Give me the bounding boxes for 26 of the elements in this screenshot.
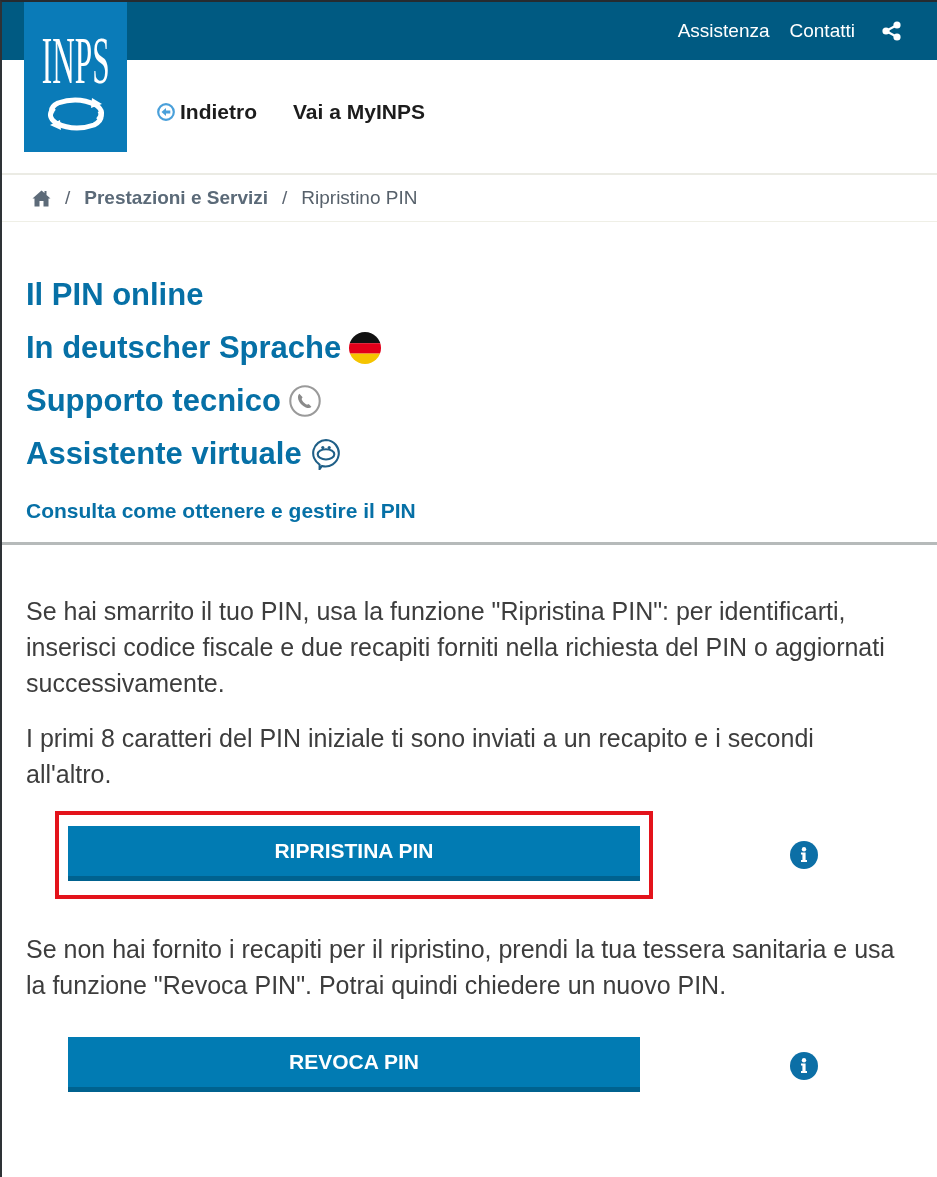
action-button[interactable]: RIPRISTINA PIN bbox=[68, 826, 640, 881]
home-icon[interactable] bbox=[32, 189, 51, 207]
info-icon[interactable] bbox=[790, 841, 818, 869]
action-button[interactable]: REVOCA PIN bbox=[68, 1037, 640, 1092]
share-icon[interactable] bbox=[882, 21, 901, 41]
paragraph: Se hai smarrito il tuo PIN, usa la funzione "Ripristina PIN": per identificarti, inserisci codice fiscale e due recapiti forniti nella richiesta del PIN o aggiornati successivamente. bbox=[26, 596, 886, 699]
nav-link[interactable]: Vai a MyINPS bbox=[293, 100, 425, 124]
paragraph: Se non hai fornito i recapiti per il ripristino, prendi la tua tessera sanitaria e usa la funzione "Revoca PIN". Potrai quindi chiedere un nuovo PIN. bbox=[26, 934, 896, 1001]
logo[interactable]: INPS bbox=[24, 2, 127, 152]
breadcrumb-separator: / bbox=[282, 187, 288, 209]
breadcrumb-link[interactable]: Prestazioni e Servizi bbox=[84, 187, 269, 209]
phone-icon bbox=[288, 384, 321, 417]
paragraph: I primi 8 caratteri del PIN iniziale ti sono inviati a un recapito e i secondi all'altro. bbox=[26, 723, 815, 790]
nav-link[interactable]: Indietro bbox=[157, 100, 257, 124]
top-link[interactable]: Assistenza bbox=[677, 20, 770, 42]
quick-link[interactable]: Assistente virtuale bbox=[26, 427, 342, 480]
guide-link[interactable]: Consulta come ottenere e gestire il PIN bbox=[26, 496, 416, 526]
top-link[interactable]: Contatti bbox=[789, 20, 855, 42]
quick-link[interactable]: Il PIN online bbox=[26, 268, 204, 321]
chat-bubble-icon bbox=[309, 437, 342, 470]
info-icon[interactable] bbox=[790, 1052, 818, 1080]
quick-link[interactable]: In deutscher Sprache bbox=[26, 321, 382, 374]
quick-link[interactable]: Supporto tecnico bbox=[26, 374, 321, 427]
flag-icon bbox=[349, 331, 382, 364]
breadcrumb-separator: / bbox=[65, 187, 71, 209]
breadcrumb-current: Ripristino PIN bbox=[301, 187, 418, 209]
